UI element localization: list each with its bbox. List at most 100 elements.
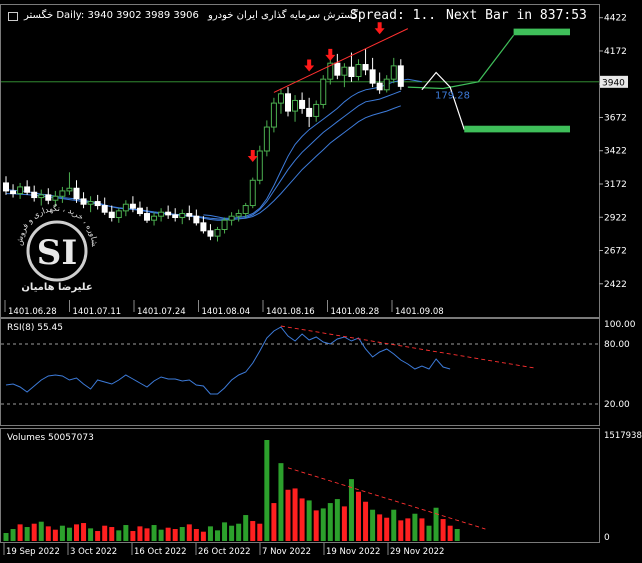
volume-bar xyxy=(38,521,44,541)
volume-bar xyxy=(447,525,453,541)
volume-bar xyxy=(250,521,256,541)
candle-body xyxy=(3,182,9,192)
price-tick-label: 4172 xyxy=(604,47,627,57)
volume-bar xyxy=(3,533,9,541)
candle-body xyxy=(369,69,376,84)
down-arrow-icon xyxy=(374,22,385,35)
target-zone xyxy=(464,125,570,133)
candle-body xyxy=(348,66,355,78)
time-tick-label: 19 Nov 2022 xyxy=(326,547,380,557)
volume-bar xyxy=(102,525,108,541)
volume-bar xyxy=(74,524,79,541)
candle-body xyxy=(207,230,214,237)
volume-bar xyxy=(257,523,263,541)
candle-body xyxy=(306,107,313,117)
rsi-tick-label: 80.00 xyxy=(604,340,630,350)
volume-bar xyxy=(384,517,390,541)
volume-bar xyxy=(45,526,51,541)
candle-body xyxy=(292,99,299,112)
volume-bar xyxy=(398,520,404,541)
candle-body xyxy=(397,65,404,87)
volume-bar xyxy=(172,529,178,541)
date-tick-label: 1401.08.16 xyxy=(266,307,315,317)
candle-body xyxy=(228,215,235,221)
candle-body xyxy=(221,219,228,230)
candle-body xyxy=(158,211,165,217)
volume-bar xyxy=(405,518,411,541)
candle-body xyxy=(179,213,186,219)
price-tick-label: 3422 xyxy=(604,147,627,157)
candle-body xyxy=(193,215,200,224)
time-tick-label: 16 Oct 2022 xyxy=(134,547,187,557)
candle-body xyxy=(122,203,129,212)
volume-bar xyxy=(454,529,460,541)
distance-annotation: 179.28 xyxy=(435,90,470,101)
volume-bar xyxy=(24,527,30,541)
candle-body xyxy=(200,222,207,232)
logo-name: علیرضا هامیان xyxy=(21,282,92,293)
candle-body xyxy=(242,205,249,215)
volume-bar xyxy=(433,507,439,541)
volume-bar xyxy=(222,522,228,541)
volume-bar xyxy=(186,524,192,541)
volume-bar xyxy=(66,527,72,541)
price-tick-label: 2422 xyxy=(604,280,627,290)
candle-body xyxy=(299,99,306,109)
time-tick-label: 7 Nov 2022 xyxy=(262,547,311,557)
candle-body xyxy=(17,186,24,195)
rsi-divergence-line xyxy=(280,325,535,369)
volume-bar xyxy=(440,519,446,541)
candle-body xyxy=(376,82,383,91)
volume-bar xyxy=(412,513,418,541)
volume-bar xyxy=(31,523,37,541)
volume-bar xyxy=(179,527,185,541)
candle-body xyxy=(172,214,179,219)
volume-bar xyxy=(419,518,425,541)
volume-bar xyxy=(109,527,115,541)
volume-bar xyxy=(341,506,347,541)
moving-average-line xyxy=(203,78,422,219)
volume-bar xyxy=(320,508,326,541)
candle-body xyxy=(136,207,143,215)
time-tick-label: 19 Sep 2022 xyxy=(6,547,60,557)
volume-bar xyxy=(95,531,101,541)
volume-bar xyxy=(370,509,376,541)
candle-body xyxy=(129,203,136,209)
candle-body xyxy=(186,213,193,217)
volume-bar xyxy=(200,531,206,541)
volume-zero-label: 0 xyxy=(604,533,610,543)
volume-bar xyxy=(348,479,354,541)
volume-bar xyxy=(151,525,157,541)
candle-body xyxy=(249,179,256,207)
volume-bar xyxy=(116,530,122,541)
candle-body xyxy=(362,64,369,71)
volume-bar xyxy=(313,510,319,541)
time-tick-label: 3 Oct 2022 xyxy=(70,547,117,557)
volume-bar xyxy=(137,526,143,541)
volume-bar xyxy=(363,501,369,541)
down-arrow-icon xyxy=(304,59,315,72)
volume-bar xyxy=(285,489,291,541)
volume-bar xyxy=(193,529,199,541)
volume-bar xyxy=(356,491,361,541)
volume-bar xyxy=(144,528,150,541)
target-zone xyxy=(513,28,570,36)
candle-body xyxy=(355,64,362,78)
volume-bar xyxy=(165,527,171,541)
down-arrow-icon xyxy=(325,48,336,61)
volume-bar xyxy=(52,529,58,541)
volume-bar xyxy=(130,531,136,541)
volume-bar xyxy=(377,514,383,541)
volume-bar xyxy=(306,500,312,541)
rsi-tick-label: 20.00 xyxy=(604,400,630,410)
down-arrow-icon xyxy=(247,149,258,162)
date-tick-label: 1401.08.04 xyxy=(202,307,251,317)
candle-body xyxy=(10,190,17,195)
candle-body xyxy=(320,78,327,105)
candle-body xyxy=(108,211,115,219)
candle-body xyxy=(115,210,122,219)
volume-bar xyxy=(229,525,235,541)
date-tick-label: 1401.07.24 xyxy=(137,307,186,317)
candle-body xyxy=(277,93,284,104)
volume-bar xyxy=(215,530,220,541)
